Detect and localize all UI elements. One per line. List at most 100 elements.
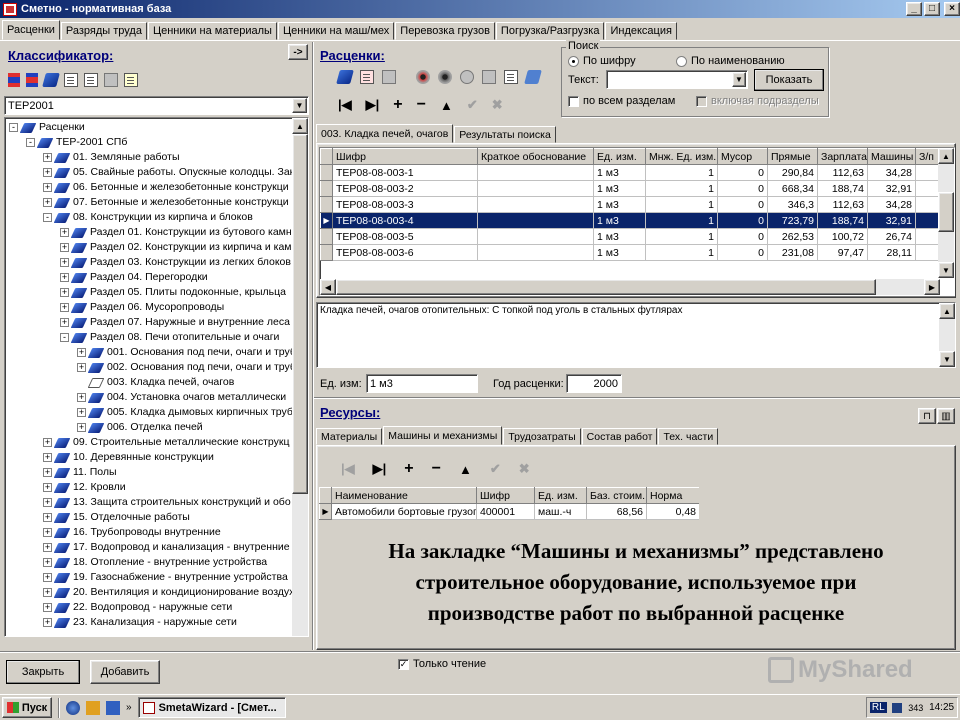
edit-icon[interactable] [382, 70, 396, 84]
resources-tab[interactable]: Состав работ [581, 428, 658, 445]
expand-icon[interactable]: + [60, 273, 69, 282]
expand-icon[interactable]: + [43, 183, 52, 192]
table-row[interactable]: ▶ ТЕР08-08-003-4 1 м3 1 0 723,79 188,74 32,91 [320, 212, 941, 229]
column-header[interactable]: Прямые [767, 148, 818, 165]
column-header[interactable]: Мнж. Ед. изм. [645, 148, 718, 165]
copy-icon[interactable] [504, 70, 518, 84]
resources-tab[interactable]: Машины и механизмы [383, 426, 503, 445]
collapse-icon[interactable]: - [26, 138, 35, 147]
column-header[interactable]: Краткое обоснование [477, 148, 594, 165]
new-document-icon[interactable] [360, 70, 374, 84]
read-only-checkbox[interactable]: ✓ Только чтение [398, 658, 486, 670]
tree-node[interactable]: +22. Водопровод - наружные сети [9, 600, 293, 615]
expand-icon[interactable]: + [77, 363, 86, 372]
scroll-right-button[interactable]: ▶ [924, 279, 940, 295]
tree-node[interactable]: - Расценки [9, 120, 293, 135]
grid-icon[interactable] [104, 73, 118, 87]
tree-node[interactable]: +15. Отделочные работы [9, 510, 293, 525]
tree-node[interactable]: +17. Водопровод и канализация - внутренн… [9, 540, 293, 555]
expand-icon[interactable]: + [43, 543, 52, 552]
tree-node[interactable]: +002. Основания под печи, очаги и труб [9, 360, 293, 375]
tree-node[interactable]: - ТЕР-2001 СПб [9, 135, 293, 150]
include-sub-checkbox[interactable]: включая подразделы [696, 95, 819, 107]
main-tab[interactable]: Индексация [605, 22, 677, 40]
rates-hscrollbar[interactable]: ◀ ▶ [320, 279, 940, 295]
table-row[interactable]: ▶ Автомобили бортовые грузоп 400001 маш.-ч 6… [319, 503, 699, 520]
expand-icon[interactable]: + [60, 318, 69, 327]
scroll-thumb[interactable] [938, 192, 954, 232]
start-button[interactable]: Пуск [2, 697, 52, 718]
column-header[interactable]: Ед. изм. [534, 487, 587, 504]
cancel-record-button[interactable]: ✖ [519, 461, 530, 477]
tree-node[interactable]: + Раздел 01. Конструкции из бутового камн [9, 225, 293, 240]
expand-icon[interactable]: + [43, 618, 52, 627]
expand-icon[interactable]: + [43, 468, 52, 477]
tree-node[interactable]: +20. Вентиляция и кондиционирование возд… [9, 585, 293, 600]
memo-scrollbar[interactable]: ▲ ▼ [939, 303, 955, 367]
tree-node[interactable]: + Раздел 05. Плиты подоконные, крыльца [9, 285, 293, 300]
table-row[interactable]: ТЕР08-08-003-6 1 м3 1 0 231,08 97,47 28,11 [320, 244, 941, 261]
main-tab[interactable]: Погрузка/Разгрузка [495, 22, 605, 40]
tree-node[interactable]: +13. Защита строительных конструкций и о… [9, 495, 293, 510]
outlook-icon[interactable] [106, 700, 120, 715]
scroll-left-button[interactable]: ◀ [320, 279, 336, 295]
collapse-icon[interactable]: - [60, 333, 69, 342]
table-row[interactable]: ТЕР08-08-003-1 1 м3 1 0 290,84 112,63 34,28 [320, 164, 941, 181]
panel-toggle-button[interactable]: ⊓ [918, 408, 936, 424]
expand-icon[interactable]: + [43, 513, 52, 522]
add-button[interactable]: Добавить [90, 660, 160, 684]
tree-node[interactable]: - Раздел 08. Печи отопительные и очаги [9, 330, 293, 345]
radio-by-name[interactable]: По наименованию [676, 55, 785, 67]
tree-scrollbar[interactable]: ▲ [292, 118, 308, 636]
description-memo[interactable]: Кладка печей, очагов отопительных: С топ… [316, 302, 956, 368]
tree-node[interactable]: +11. Полы [9, 465, 293, 480]
collapse-icon[interactable]: - [43, 213, 52, 222]
first-record-button[interactable]: |◀ [341, 461, 355, 477]
search-text-input[interactable]: ▼ [606, 70, 748, 89]
table-row[interactable]: ТЕР08-08-003-2 1 м3 1 0 668,34 188,74 32,91 [320, 180, 941, 197]
tree-node[interactable]: +004. Установка очагов металлически [9, 390, 293, 405]
delete-record-button[interactable]: − [417, 96, 426, 114]
language-indicator[interactable]: RL [869, 702, 887, 713]
tree-node[interactable]: + Раздел 07. Наружные и внутренние леса [9, 315, 293, 330]
column-header[interactable]: Машины [867, 148, 916, 165]
properties-icon[interactable] [124, 73, 138, 87]
column-header[interactable]: Мусор [717, 148, 768, 165]
expand-icon[interactable]: + [43, 603, 52, 612]
column-header[interactable]: Шифр [332, 148, 478, 165]
expand-icon[interactable]: + [43, 438, 52, 447]
tree-node[interactable]: +001. Основания под печи, очаги и труб [9, 345, 293, 360]
tree-node[interactable]: + Раздел 03. Конструкции из легких блоков [9, 255, 293, 270]
insert-record-button[interactable]: + [404, 460, 413, 478]
column-header[interactable]: Наименование [331, 487, 477, 504]
column-header[interactable]: Норма [646, 487, 699, 504]
view-icon[interactable] [416, 70, 430, 84]
expand-icon[interactable]: + [60, 243, 69, 252]
expand-icon[interactable]: + [43, 573, 52, 582]
collapse-icon[interactable]: - [9, 123, 18, 132]
task-button[interactable]: SmetaWizard - [Смет... [137, 697, 286, 718]
column-header[interactable]: Зарплата [817, 148, 868, 165]
export-icon[interactable] [524, 70, 542, 84]
delete-record-button[interactable]: − [432, 460, 441, 478]
column-header[interactable]: Ед. изм. [593, 148, 646, 165]
cancel-record-button[interactable]: ✖ [492, 97, 503, 113]
expand-all-icon[interactable] [8, 73, 20, 87]
expand-icon[interactable]: + [43, 153, 52, 162]
expand-icon[interactable]: + [43, 528, 52, 537]
tree-node[interactable]: +05. Свайные работы. Опускные колодцы. З… [9, 165, 293, 180]
book-icon[interactable] [336, 70, 354, 84]
browser-icon[interactable] [66, 700, 80, 715]
scroll-down-button[interactable]: ▼ [938, 262, 954, 278]
scroll-up-button[interactable]: ▲ [938, 148, 954, 164]
tree-node[interactable]: +09. Строительные металлические конструк… [9, 435, 293, 450]
show-button[interactable]: Показать [754, 69, 824, 91]
panel-split-button[interactable]: ▥ [937, 408, 955, 424]
tree-node[interactable]: +19. Газоснабжение - внутренние устройст… [9, 570, 293, 585]
tree-node[interactable]: +06. Бетонные и железобетонные конструкц… [9, 180, 293, 195]
expand-icon[interactable]: + [43, 498, 52, 507]
scroll-up-button[interactable]: ▲ [939, 303, 955, 319]
document-icon[interactable] [64, 73, 78, 87]
minimize-button[interactable]: _ [906, 2, 922, 16]
grid-icon[interactable] [482, 70, 496, 84]
